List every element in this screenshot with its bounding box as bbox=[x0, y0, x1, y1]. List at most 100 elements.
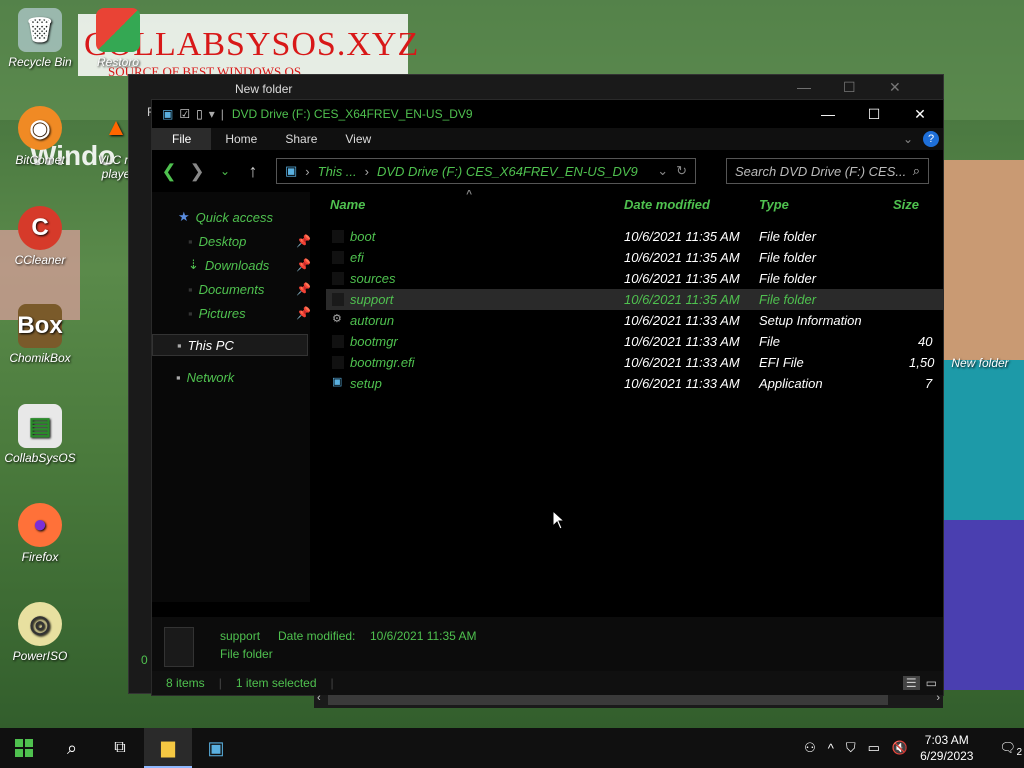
poweriso-icon: ◎ bbox=[18, 602, 62, 646]
chevron-up-icon[interactable]: ^ bbox=[828, 741, 834, 756]
tab-view[interactable]: View bbox=[331, 128, 385, 150]
desktop-icon-recycle-bin[interactable]: 🗑 Recycle Bin bbox=[0, 8, 80, 69]
column-headers: Name ^ Date modified Type Size bbox=[314, 189, 943, 216]
ribbon-right: ⌄ ? bbox=[903, 131, 943, 147]
clock-time: 7:03 AM bbox=[924, 733, 969, 747]
desktop-icon-ccleaner[interactable]: C CCleaner bbox=[0, 206, 80, 267]
sidebar-item-network[interactable]: ▪ Network bbox=[176, 366, 234, 388]
file-explorer-taskbar-button[interactable]: ▆ bbox=[144, 728, 192, 768]
table-row[interactable]: sources 10/6/2021 11:35 AM File folder bbox=[326, 268, 943, 289]
task-view-button[interactable]: ⧉ bbox=[96, 728, 144, 768]
table-row[interactable]: boot 10/6/2021 11:35 AM File folder bbox=[326, 226, 943, 247]
column-header-size[interactable]: Size bbox=[893, 197, 919, 212]
breadcrumb-dvd-drive[interactable]: DVD Drive (F:) CES_X64FREV_EN-US_DV9 bbox=[377, 164, 638, 179]
refresh-icon[interactable]: ↻ bbox=[676, 163, 687, 179]
chevron-down-icon[interactable]: ▾ bbox=[209, 107, 215, 121]
application-icon: ▣ bbox=[332, 376, 343, 388]
breadcrumb-separator-icon: › bbox=[305, 163, 310, 179]
scrollbar-thumb[interactable] bbox=[328, 695, 888, 705]
collabsysos-taskbar-button[interactable]: ▣ bbox=[192, 728, 240, 768]
background-block bbox=[944, 520, 1024, 690]
search-icon[interactable]: ⌕ bbox=[913, 163, 920, 179]
back-arrow-icon[interactable]: ❮ bbox=[160, 161, 178, 182]
status-divider: | bbox=[330, 676, 334, 690]
desktop-icon-poweriso[interactable]: ◎ PowerISO bbox=[0, 602, 80, 663]
sidebar-item-desktop[interactable]: ▪ Desktop 📌 bbox=[188, 230, 311, 252]
details-view-icon[interactable]: ☰ bbox=[902, 676, 920, 690]
task-view-icon: ⧉ bbox=[114, 739, 126, 756]
notifications-icon[interactable]: 🗨 2 bbox=[999, 740, 1022, 758]
search-placeholder: Search DVD Drive (F:) CES... bbox=[735, 163, 907, 179]
table-row[interactable]: ▣ setup 10/6/2021 11:33 AM Application 7 bbox=[326, 373, 943, 394]
column-header-type[interactable]: Type bbox=[759, 197, 789, 212]
sidebar-item-downloads[interactable]: ⇣ Downloads 📌 bbox=[188, 254, 311, 276]
sidebar-item-pictures[interactable]: ▪ Pictures 📌 bbox=[188, 302, 311, 324]
column-header-date[interactable]: Date modified bbox=[624, 197, 710, 212]
taskbar: ⌕ ⧉ ▆ ▣ ⚇ ^ ⛉ ▭ 🔇 7:03 AM 6/29/2023 🗨 2 bbox=[0, 728, 1024, 768]
maximize-button[interactable]: ☐ bbox=[851, 100, 897, 128]
properties-icon[interactable]: ☑ bbox=[179, 107, 190, 121]
new-folder-icon[interactable]: ▯ bbox=[196, 107, 203, 121]
forward-arrow-icon[interactable]: ❯ bbox=[188, 161, 206, 182]
start-button[interactable] bbox=[0, 728, 48, 768]
table-row[interactable]: ⚙ autorun 10/6/2021 11:33 AM Setup Infor… bbox=[326, 310, 943, 331]
window-titlebar[interactable]: ▣ ☑ ▯ ▾ | DVD Drive (F:) CES_X64FREV_EN-… bbox=[152, 100, 943, 128]
pin-icon[interactable]: 📌 bbox=[296, 258, 311, 272]
clock[interactable]: 7:03 AM 6/29/2023 bbox=[920, 732, 973, 764]
minimize-button[interactable]: — bbox=[805, 100, 851, 128]
desktop-icon-new-folder[interactable]: New folder bbox=[940, 356, 1020, 370]
details-pane: support Date modified: 10/6/2021 11:35 A… bbox=[152, 617, 943, 673]
people-icon[interactable]: ⚇ bbox=[804, 740, 816, 756]
firefox-icon: ● bbox=[18, 503, 62, 547]
table-row[interactable]: bootmgr.efi 10/6/2021 11:33 AM EFI File … bbox=[326, 352, 943, 373]
file-explorer-window[interactable]: ▣ ☑ ▯ ▾ | DVD Drive (F:) CES_X64FREV_EN-… bbox=[151, 99, 944, 708]
back-window-partial-status: 0 bbox=[141, 653, 148, 667]
desktop-icon-restoro[interactable]: Restoro bbox=[78, 8, 158, 69]
tab-share[interactable]: Share bbox=[271, 128, 331, 150]
network-tray-icon[interactable]: ▭ bbox=[868, 740, 880, 756]
pin-icon[interactable]: 📌 bbox=[296, 306, 311, 320]
system-tray: ⚇ ^ ⛉ ▭ 🔇 7:03 AM 6/29/2023 🗨 2 bbox=[804, 732, 1024, 764]
pin-icon[interactable]: 📌 bbox=[296, 282, 311, 296]
tab-file[interactable]: File bbox=[152, 128, 212, 150]
address-bar[interactable]: ▣ › This ... › DVD Drive (F:) CES_X64FRE… bbox=[276, 158, 696, 184]
desktop-icon-bitcomet[interactable]: ◉ BitComet bbox=[0, 106, 80, 167]
background-block bbox=[944, 160, 1024, 360]
up-arrow-icon[interactable]: ↑ bbox=[244, 161, 262, 182]
close-button[interactable]: ✕ bbox=[889, 79, 901, 96]
computer-icon: ▪ bbox=[177, 337, 182, 353]
table-row[interactable]: efi 10/6/2021 11:35 AM File folder bbox=[326, 247, 943, 268]
desktop-icon: ▪ bbox=[188, 233, 193, 249]
file-list: Name ^ Date modified Type Size boot 10/6… bbox=[314, 189, 943, 602]
details-name: support bbox=[220, 629, 261, 643]
address-dropdown-icon[interactable]: ⌄ bbox=[657, 163, 668, 179]
maximize-button[interactable]: ☐ bbox=[843, 79, 856, 96]
defender-icon[interactable]: ⛉ bbox=[846, 740, 856, 756]
sidebar-item-documents[interactable]: ▪ Documents 📌 bbox=[188, 278, 311, 300]
breadcrumb-this-pc[interactable]: This ... bbox=[318, 164, 357, 179]
desktop-icon-firefox[interactable]: ● Firefox bbox=[0, 503, 80, 564]
desktop-icon-collabsysos[interactable]: ▤ CollabSysOS bbox=[0, 404, 80, 465]
table-row[interactable]: bootmgr 10/6/2021 11:33 AM File 40 bbox=[326, 331, 943, 352]
downloads-icon: ⇣ bbox=[188, 257, 199, 272]
help-icon[interactable]: ? bbox=[923, 131, 939, 147]
minimize-button[interactable]: — bbox=[797, 79, 811, 95]
close-button[interactable]: ✕ bbox=[897, 100, 943, 128]
table-row[interactable]: support 10/6/2021 11:35 AM File folder bbox=[326, 289, 943, 310]
pin-icon[interactable]: 📌 bbox=[296, 234, 311, 248]
folder-icon bbox=[332, 272, 344, 285]
tab-home[interactable]: Home bbox=[211, 128, 271, 150]
recent-locations-chevron-icon[interactable]: ⌄ bbox=[216, 164, 234, 178]
volume-muted-icon[interactable]: 🔇 bbox=[892, 740, 908, 756]
status-bar: 8 items | 1 item selected | ☰ ▭ bbox=[152, 671, 943, 695]
search-input[interactable]: Search DVD Drive (F:) CES... ⌕ bbox=[726, 158, 929, 184]
large-icons-view-icon[interactable]: ▭ bbox=[926, 676, 937, 690]
expand-ribbon-icon[interactable]: ⌄ bbox=[903, 132, 913, 146]
desktop-icon-chomikbox[interactable]: Box ChomikBox bbox=[0, 304, 80, 365]
sidebar-item-quick-access[interactable]: ★ Quick access bbox=[178, 206, 273, 228]
search-button[interactable]: ⌕ bbox=[48, 728, 96, 768]
star-icon: ★ bbox=[178, 209, 190, 224]
sidebar-item-this-pc[interactable]: ▪ This PC bbox=[152, 334, 308, 356]
window-controls: — ☐ ✕ bbox=[805, 100, 943, 128]
column-header-name[interactable]: Name bbox=[330, 197, 365, 212]
